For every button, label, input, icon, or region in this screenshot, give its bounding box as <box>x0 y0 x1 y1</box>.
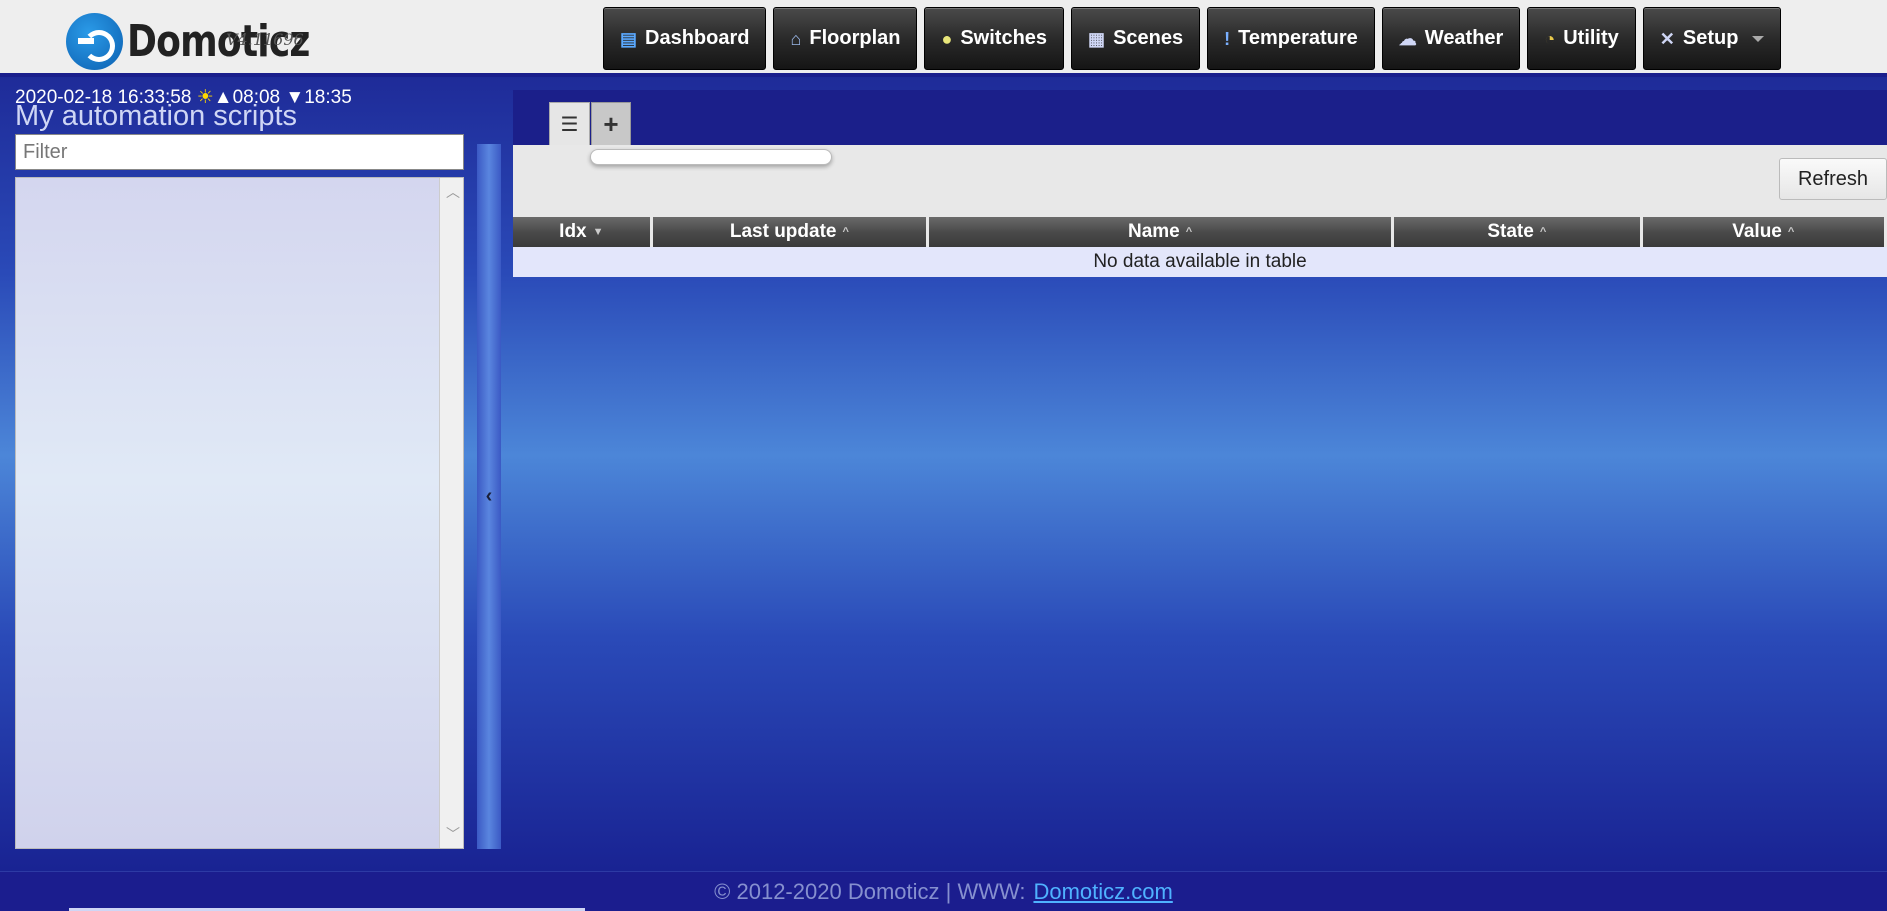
chevron-down-icon <box>1752 35 1765 42</box>
app-version: V4.11696 <box>226 30 304 49</box>
sort-icon: ^ <box>842 226 849 238</box>
dashboard-icon: ▤ <box>620 28 638 49</box>
tab-add-script[interactable]: + <box>591 102 631 145</box>
tab-strip <box>513 90 1887 145</box>
script-tree-panel[interactable]: ︿ ﹀ <box>15 177 464 849</box>
domoticz-logo[interactable]: Domoticz <box>66 12 350 70</box>
plus-icon: + <box>603 108 619 139</box>
nav-temperature-button[interactable]: ! Temperature <box>1207 7 1375 70</box>
refresh-button[interactable]: Refresh <box>1779 158 1887 200</box>
nav-utility-button[interactable]: ◔ Utility <box>1527 7 1636 70</box>
nav-weather-button[interactable]: ☁ Weather <box>1381 7 1521 70</box>
list-icon: ☰ <box>560 113 579 136</box>
nav-label: Temperature <box>1238 27 1358 49</box>
chevron-up-icon[interactable]: ︿ <box>446 182 460 202</box>
domoticz-logo-icon <box>66 13 123 70</box>
rain-cloud-icon: ☁ <box>1398 28 1417 49</box>
tooltip-popup <box>590 149 832 165</box>
nav-label: Utility <box>1563 27 1619 49</box>
chevron-left-icon: ‹ <box>485 485 493 507</box>
content-area <box>513 277 1887 849</box>
main-nav: ▤ Dashboard ⌂ Floorplan ● Switches ▦ Sce… <box>603 7 1782 70</box>
nav-label: Weather <box>1424 27 1504 49</box>
column-value[interactable]: Value ^ <box>1642 217 1884 247</box>
footer: © 2012-2020 Domoticz | WWW: Domoticz.com <box>0 871 1887 911</box>
nav-label: Floorplan <box>809 27 901 49</box>
nav-setup-button[interactable]: ✕ Setup <box>1642 7 1782 70</box>
tools-icon: ✕ <box>1659 28 1675 49</box>
lightbulb-icon: ● <box>941 28 953 49</box>
footer-link[interactable]: Domoticz.com <box>1033 879 1172 905</box>
footer-copyright: © 2012-2020 Domoticz | WWW: <box>714 878 1026 904</box>
filter-input[interactable] <box>15 134 464 170</box>
column-last-update[interactable]: Last update ^ <box>652 217 927 247</box>
tree-scrollbar[interactable]: ︿ ﹀ <box>439 178 463 848</box>
column-idx[interactable]: Idx ▼ <box>513 217 650 247</box>
nav-label: Scenes <box>1113 27 1184 49</box>
nav-label: Setup <box>1682 27 1739 49</box>
floorplan-icon: ⌂ <box>790 28 802 49</box>
column-state[interactable]: State ^ <box>1394 217 1640 247</box>
collapse-panel-handle[interactable]: ‹ <box>477 144 501 849</box>
nav-switches-button[interactable]: ● Switches <box>924 7 1065 70</box>
nav-scenes-button[interactable]: ▦ Scenes <box>1071 7 1201 70</box>
tab-list-view[interactable]: ☰ <box>549 102 590 145</box>
nav-label: Dashboard <box>645 27 750 49</box>
gauge-icon: ◔ <box>1544 28 1556 49</box>
clapperboard-icon: ▦ <box>1088 28 1106 49</box>
table-header: Idx ▼ Last update ^ Name ^ State ^ Value… <box>513 217 1887 247</box>
header: Domoticz V4.11696 ▤ Dashboard ⌂ Floorpla… <box>0 0 1887 77</box>
nav-label: Switches <box>960 27 1048 49</box>
nav-floorplan-button[interactable]: ⌂ Floorplan <box>773 7 918 70</box>
column-name[interactable]: Name ^ <box>929 217 1392 247</box>
sort-icon: ^ <box>1185 226 1193 238</box>
sort-icon: ^ <box>1539 226 1547 238</box>
page-title: My automation scripts <box>15 100 298 132</box>
chevron-down-icon[interactable]: ﹀ <box>446 824 460 844</box>
devices-table: Idx ▼ Last update ^ Name ^ State ^ Value… <box>513 217 1887 277</box>
thermometer-icon: ! <box>1224 28 1231 49</box>
table-empty-message: No data available in table <box>513 247 1887 277</box>
sort-desc-icon: ▼ <box>592 226 604 238</box>
nav-dashboard-button[interactable]: ▤ Dashboard <box>603 7 767 70</box>
sort-icon: ^ <box>1787 226 1795 238</box>
